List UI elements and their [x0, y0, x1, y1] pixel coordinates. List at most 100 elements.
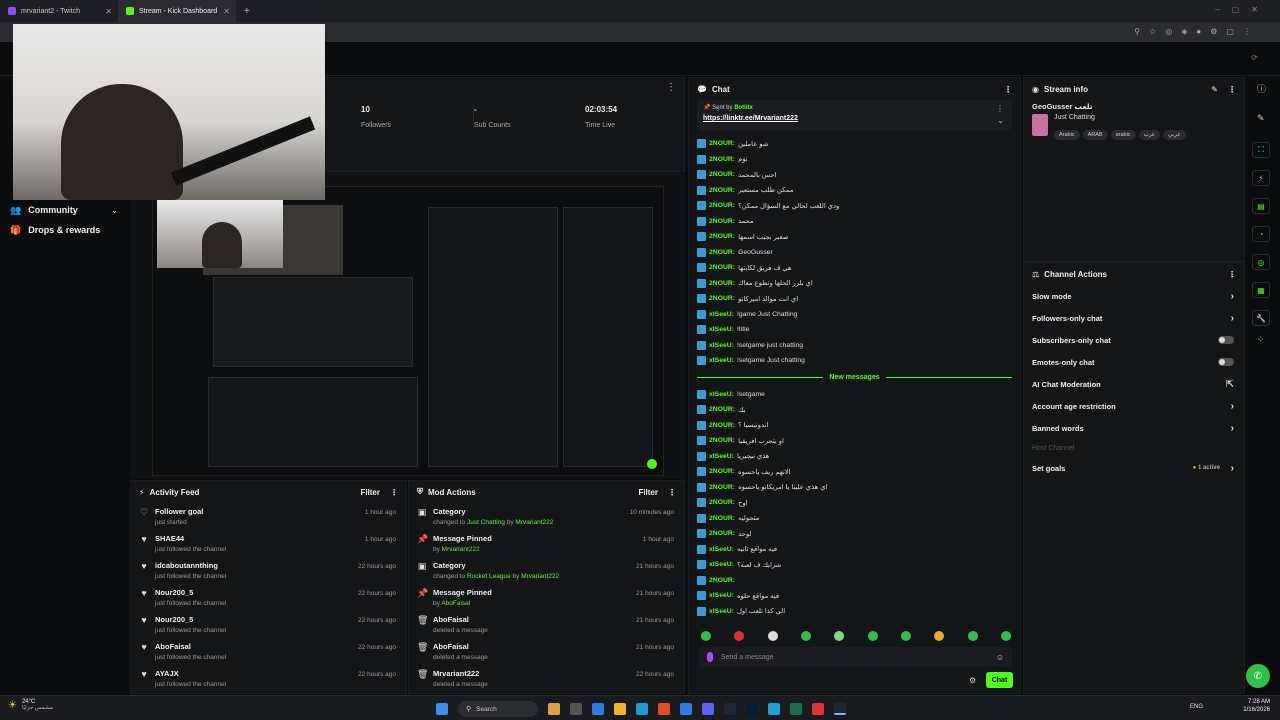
channel-action-item[interactable]: Account age restriction › — [1024, 395, 1244, 417]
chat-username[interactable]: 2NOUR: — [709, 233, 735, 240]
chat-username[interactable]: 2NOUR: — [709, 437, 735, 444]
telegram-icon[interactable] — [768, 703, 780, 715]
chat-input[interactable]: Send a message ☺ — [699, 647, 1012, 667]
lightning-icon[interactable]: ⚡ — [1252, 170, 1270, 186]
chrome-icon[interactable] — [658, 703, 670, 715]
chat-message[interactable]: xISeeU: !title — [689, 322, 1020, 338]
chat-message[interactable]: 2NOUR: احس بالمحمد — [689, 167, 1020, 183]
chat-username[interactable]: xISeeU: — [709, 453, 734, 460]
language-indicator[interactable]: ENG — [1190, 704, 1203, 710]
widget-icon[interactable] — [548, 703, 560, 715]
chat-username[interactable]: xISeeU: — [709, 326, 734, 333]
new-tab-icon[interactable]: + — [244, 6, 250, 17]
mod-action-highlight[interactable]: AboFaisal — [441, 600, 470, 607]
emote-icon[interactable] — [701, 631, 711, 641]
chat-username[interactable]: xISeeU: — [709, 608, 734, 615]
chat-message[interactable]: 2NOUR: متحوليه — [689, 511, 1020, 527]
mod-action-row[interactable]: 🗑 AboFaisal deleted a message 21 hours ago — [409, 611, 684, 638]
task-view-icon[interactable] — [570, 703, 582, 715]
channel-action-item[interactable]: Followers-only chat › — [1024, 307, 1244, 329]
emoji-icon[interactable]: ☺ — [996, 653, 1004, 662]
chat-message[interactable]: xISeeU: الي كذا تلعب اول — [689, 604, 1020, 620]
pinned-message[interactable]: 📌 Sent by Botlitx https://linktr.ee/Mrva… — [697, 100, 1012, 130]
more-icon[interactable]: ⋮ — [1004, 85, 1012, 94]
chat-username[interactable]: 2NOUR: — [709, 422, 735, 429]
more-icon[interactable]: ⋮ — [1228, 85, 1236, 94]
chat-message[interactable]: 2NOUR: ممكن طلب مستعير — [689, 183, 1020, 199]
emote-icon[interactable] — [800, 631, 811, 641]
chat-message[interactable]: 2NOUR: اي بلزر الحلها وتطوع معاك — [689, 276, 1020, 292]
chat-message[interactable]: xISeeU: هذي نيجيريا — [689, 449, 1020, 465]
emote-icon[interactable] — [967, 631, 978, 641]
activity-feed-row[interactable]: ♥ AboFaisal just followed the channel 22 ho… — [131, 638, 406, 665]
stream-tag[interactable]: عرب — [1138, 130, 1161, 140]
chat-username[interactable]: 2NOUR: — [709, 187, 735, 194]
activity-feed-row[interactable]: ♥ Nour200_5 just followed the channel 22 ho… — [131, 611, 406, 638]
chat-username[interactable]: 2NOUR: — [709, 515, 735, 522]
chat-username[interactable]: 2NOUR: — [709, 264, 735, 271]
chat-message[interactable]: 2NOUR: شو عاملين — [689, 136, 1020, 152]
more-icon[interactable]: ⋮ — [390, 488, 398, 497]
unpin-icon[interactable]: ⋮ — [996, 104, 1004, 113]
info-icon[interactable]: ⓘ — [1257, 82, 1278, 95]
chat-message[interactable]: 2NOUR: صعير بجيب اسمها — [689, 229, 1020, 245]
chat-message[interactable]: 2NOUR: الاتهم ريف ياحسوه — [689, 464, 1020, 480]
discord-icon[interactable] — [702, 703, 714, 715]
weather-widget[interactable]: ☀ 24°C مشمس جزئيًا — [8, 699, 53, 711]
clock[interactable]: 7:28 AM 1/16/2026 — [1243, 699, 1270, 713]
chat-message[interactable]: 2NOUR: اي انت موالد اميركانو — [689, 291, 1020, 307]
stream-tag[interactable]: عربي — [1163, 130, 1186, 140]
windows-start-icon[interactable] — [436, 703, 448, 715]
tab-twitch[interactable]: mrvariant2 - Twitch ✕ — [0, 0, 118, 22]
chat-message[interactable]: 2NOUR: محمد — [689, 214, 1020, 230]
chat-username[interactable]: 2NOUR: — [709, 140, 735, 147]
chat-message[interactable]: 2NOUR: — [689, 573, 1020, 589]
chat-message[interactable]: xISeeU: !setgame — [689, 387, 1020, 403]
channel-action-item[interactable]: Subscribers-only chat — [1024, 329, 1244, 351]
taskbar-search[interactable]: ⚲ Search — [458, 701, 538, 717]
chat-message[interactable]: xISeeU: !setgame Just chatting — [689, 353, 1020, 369]
mod-action-row[interactable]: 📌 Message Pinned by AboFaisal 21 hours ago — [409, 584, 684, 611]
stream-tag[interactable]: Arabic — [1054, 130, 1080, 140]
emote-icon[interactable] — [1000, 631, 1011, 641]
chat-username[interactable]: 2NOUR: — [709, 468, 735, 475]
chat-message[interactable]: 2NOUR: اندونيسيا ؟ — [689, 418, 1020, 434]
settings-gear-icon[interactable]: ⚙ — [969, 676, 976, 685]
layout-icon[interactable]: ▦ — [1252, 282, 1270, 298]
activity-feed-row[interactable]: ♡ Follower goal just started 1 hour ago — [131, 503, 406, 530]
more-icon[interactable]: ⋮ — [668, 488, 676, 497]
obs-icon[interactable] — [812, 703, 824, 715]
mod-action-row[interactable]: ▣ Category changed to Rocket League by Mrv… — [409, 557, 684, 584]
toggle-switch[interactable] — [1218, 336, 1234, 344]
chat-message[interactable]: xISeeU: فيه مواقع حلوه — [689, 588, 1020, 604]
pinned-link[interactable]: https://linktr.ee/Mrvariant222 — [703, 115, 1006, 122]
chat-message[interactable]: 2NOUR: او بتجرب افريقيا — [689, 433, 1020, 449]
pen-icon[interactable]: ✎ — [1257, 113, 1278, 124]
excel-icon[interactable] — [790, 703, 802, 715]
file-explorer-icon[interactable] — [614, 703, 626, 715]
chat-username[interactable]: xISeeU: — [709, 546, 734, 553]
send-chat-button[interactable]: Chat — [986, 672, 1013, 688]
emote-icon[interactable] — [867, 631, 878, 641]
mod-action-highlight[interactable]: Rocket League — [467, 573, 511, 580]
store-icon[interactable] — [680, 703, 692, 715]
sidebar-item-drops[interactable]: 🎁 Drops & rewards — [0, 220, 130, 240]
help-chat-icon[interactable]: ✆ — [1246, 664, 1270, 688]
chevron-down-icon[interactable]: ⌄ — [997, 116, 1004, 125]
channel-action-item[interactable]: Slow mode › — [1024, 285, 1244, 307]
browser-toolbar-icons[interactable]: ⚲☆◎◈●⚙▢⋮ — [1134, 27, 1260, 36]
chat-username[interactable]: 2NOUR: — [709, 280, 735, 287]
document-icon[interactable]: ▤ — [1252, 198, 1270, 214]
chat-username[interactable]: xISeeU: — [709, 561, 734, 568]
teams-icon[interactable] — [592, 703, 604, 715]
channel-action-item[interactable]: AI Chat Moderation ⇱ — [1024, 373, 1244, 395]
category-name[interactable]: Just Chatting — [1054, 114, 1189, 121]
wrench-icon[interactable]: 🔧 — [1252, 310, 1270, 326]
chat-username[interactable]: 2NOUR: — [709, 295, 735, 302]
chat-message[interactable]: xISeeU: شرايك ف لعبه؟ — [689, 557, 1020, 573]
chat-username[interactable]: 2NOUR: — [709, 202, 735, 209]
chat-username[interactable]: 2NOUR: — [709, 577, 735, 584]
activity-feed-row[interactable]: ♥ idcaboutannthing just followed the chann… — [131, 557, 406, 584]
activity-feed-row[interactable]: ♥ AYAJX just followed the channel 22 hours … — [131, 665, 406, 692]
chat-message[interactable]: 2NOUR: نوم — [689, 152, 1020, 168]
